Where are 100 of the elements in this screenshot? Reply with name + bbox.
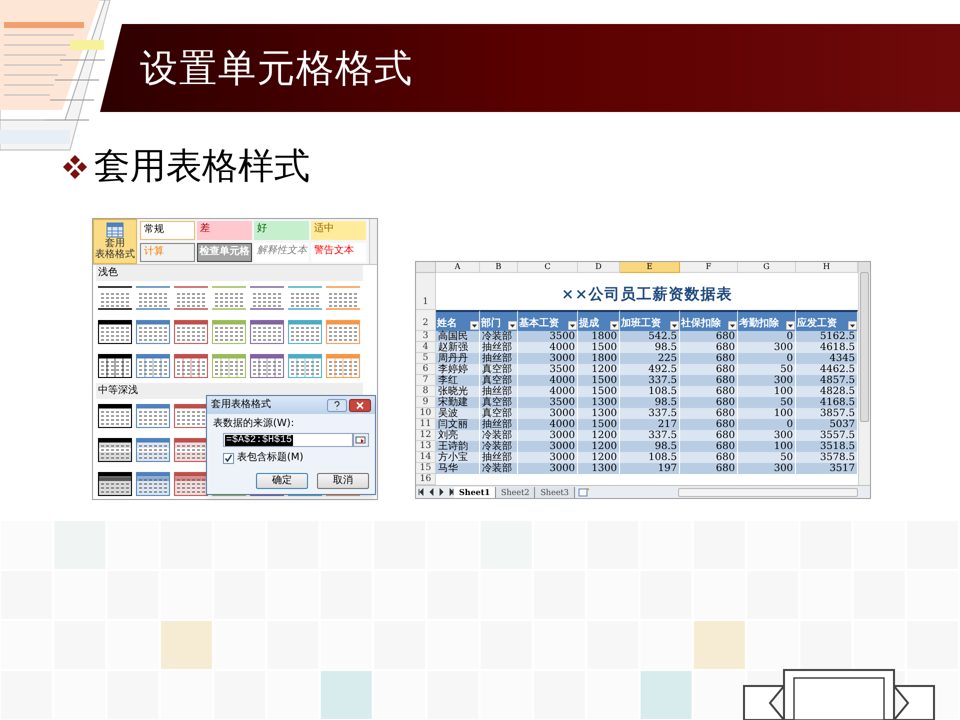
column-header[interactable]: D xyxy=(578,262,620,273)
table-cell: 抽丝部 xyxy=(480,419,518,430)
table-header-cell: 考勤扣除 xyxy=(738,310,796,331)
table-cell: 冷装部 xyxy=(480,463,518,474)
range-input-field[interactable]: =$A$2:$H$15 xyxy=(223,433,353,447)
column-header[interactable]: H xyxy=(796,262,858,273)
filter-dropdown-button[interactable] xyxy=(670,321,679,330)
table-style-thumbnail[interactable] xyxy=(326,286,360,310)
gallery-section-label: 浅色 xyxy=(96,265,363,281)
table-style-thumbnail[interactable] xyxy=(136,354,170,378)
table-cell: 4345 xyxy=(796,353,858,364)
table-style-thumbnail[interactable] xyxy=(136,404,170,428)
close-icon[interactable] xyxy=(349,398,371,412)
cell-style-option[interactable]: 常规 xyxy=(140,221,195,240)
table-style-thumbnail[interactable] xyxy=(98,320,132,344)
sheet-tab[interactable]: Sheet2 xyxy=(496,486,536,498)
row-number: 1 xyxy=(416,273,436,310)
table-style-thumbnail[interactable] xyxy=(250,354,284,378)
row-number: 11 xyxy=(416,419,436,430)
table-style-thumbnail[interactable] xyxy=(174,472,208,496)
table-style-thumbnail[interactable] xyxy=(136,472,170,496)
insert-sheet-icon[interactable] xyxy=(578,488,590,496)
gallery-scrollbar[interactable] xyxy=(369,219,377,264)
table-cell: 真空部 xyxy=(480,397,518,408)
filter-dropdown-button[interactable] xyxy=(786,321,795,330)
table-style-thumbnail[interactable] xyxy=(174,354,208,378)
filter-dropdown-button[interactable] xyxy=(508,321,517,330)
table-cell: 492.5 xyxy=(620,364,680,375)
table-cell: 300 xyxy=(738,375,796,386)
table-style-thumbnail[interactable] xyxy=(98,438,132,462)
table-cell: 3517 xyxy=(796,463,858,474)
column-header[interactable]: A xyxy=(436,262,480,273)
filter-dropdown-button[interactable] xyxy=(728,321,737,330)
cell-style-option[interactable]: 解释性文本 xyxy=(254,243,309,262)
sheet-tab[interactable]: Sheet1 xyxy=(454,486,496,498)
table-header-cell: 社保扣除 xyxy=(680,310,738,331)
format-as-table-button[interactable]: 套用 表格格式 xyxy=(93,219,137,264)
table-style-thumbnail[interactable] xyxy=(250,320,284,344)
table-style-thumbnail[interactable] xyxy=(212,320,246,344)
table-cell: 3500 xyxy=(518,397,578,408)
table-style-thumbnail[interactable] xyxy=(326,320,360,344)
table-style-thumbnail[interactable] xyxy=(136,320,170,344)
dialog-button[interactable]: 确定 xyxy=(256,473,308,489)
table-style-thumbnail[interactable] xyxy=(98,472,132,496)
table-cell: 冷装部 xyxy=(480,441,518,452)
table-style-thumbnail[interactable] xyxy=(98,286,132,310)
table-cell: 3500 xyxy=(518,331,578,342)
checkbox[interactable] xyxy=(223,452,234,464)
cell-style-option[interactable]: 差 xyxy=(197,221,252,240)
table-cell: 抽丝部 xyxy=(480,342,518,353)
table-cell: 300 xyxy=(738,463,796,474)
table-cell: 1300 xyxy=(578,397,620,408)
table-style-thumbnail[interactable] xyxy=(98,404,132,428)
table-style-thumbnail[interactable] xyxy=(288,286,322,310)
table-cell: 100 xyxy=(738,386,796,397)
table-style-thumbnail[interactable] xyxy=(288,354,322,378)
table-style-thumbnail[interactable] xyxy=(212,354,246,378)
table-style-thumbnail[interactable] xyxy=(174,320,208,344)
column-header[interactable]: B xyxy=(480,262,518,273)
collapse-dialog-icon[interactable] xyxy=(353,433,369,447)
filter-dropdown-button[interactable] xyxy=(610,321,619,330)
row-number: 7 xyxy=(416,375,436,386)
column-header[interactable]: F xyxy=(680,262,738,273)
horizontal-scrollbar[interactable] xyxy=(678,488,858,496)
table-cell: 1500 xyxy=(578,342,620,353)
column-header[interactable]: C xyxy=(518,262,578,273)
table-style-thumbnail[interactable] xyxy=(174,438,208,462)
table-style-thumbnail[interactable] xyxy=(288,320,322,344)
table-cell: 100 xyxy=(738,441,796,452)
table-style-thumbnail[interactable] xyxy=(250,286,284,310)
column-header[interactable]: G xyxy=(738,262,796,273)
table-style-thumbnail[interactable] xyxy=(98,354,132,378)
table-style-thumbnail[interactable] xyxy=(174,286,208,310)
column-header[interactable]: E xyxy=(620,262,680,273)
cell-style-option[interactable]: 好 xyxy=(254,221,309,240)
table-cell: 1500 xyxy=(578,375,620,386)
table-cell: 4000 xyxy=(518,386,578,397)
filter-dropdown-button[interactable] xyxy=(848,321,857,330)
table-style-thumbnail[interactable] xyxy=(174,404,208,428)
filter-dropdown-button[interactable] xyxy=(470,321,479,330)
table-cell: 5037 xyxy=(796,419,858,430)
table-style-thumbnail[interactable] xyxy=(326,354,360,378)
table-cell: 98.5 xyxy=(620,397,680,408)
dialog-button[interactable]: 取消 xyxy=(317,473,369,489)
cell-style-option[interactable]: 警告文本 xyxy=(311,243,366,262)
help-icon[interactable] xyxy=(327,398,347,412)
sheet-navigation-icon[interactable] xyxy=(418,488,454,496)
table-cell: 抽丝部 xyxy=(480,353,518,364)
sheet-tab[interactable]: Sheet3 xyxy=(535,486,575,498)
cell-style-option[interactable]: 适中 xyxy=(311,221,366,240)
row-number: 14 xyxy=(416,452,436,463)
table-cell: 4168.5 xyxy=(796,397,858,408)
filter-dropdown-button[interactable] xyxy=(568,321,577,330)
table-style-thumbnail[interactable] xyxy=(136,286,170,310)
bullet-text: 套用表格样式 xyxy=(94,145,310,189)
row-number: 8 xyxy=(416,386,436,397)
table-style-thumbnail[interactable] xyxy=(136,438,170,462)
table-style-thumbnail[interactable] xyxy=(212,286,246,310)
vertical-scrollbar[interactable] xyxy=(858,262,870,485)
table-header-cell: 加班工资 xyxy=(620,310,680,331)
